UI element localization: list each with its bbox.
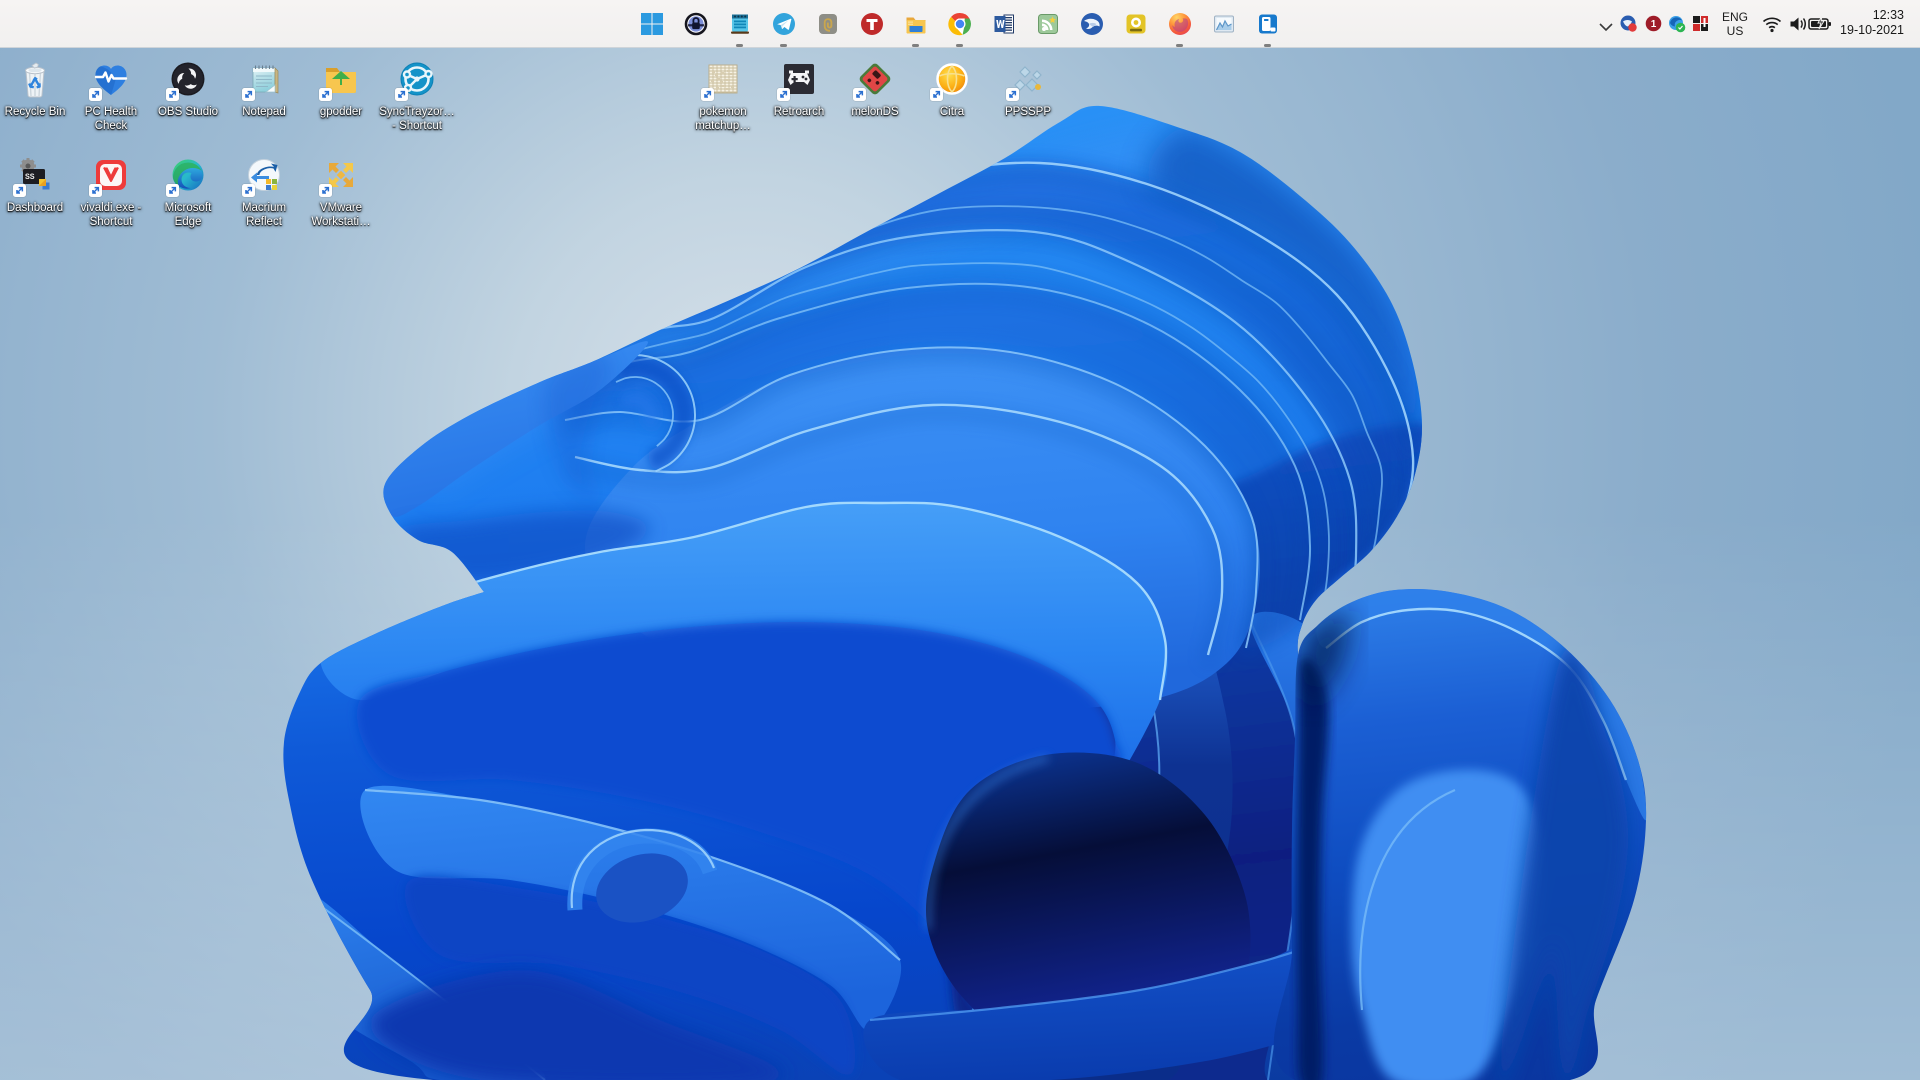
svg-text:1: 1 bbox=[1651, 19, 1657, 30]
svg-text:SS: SS bbox=[25, 173, 35, 182]
